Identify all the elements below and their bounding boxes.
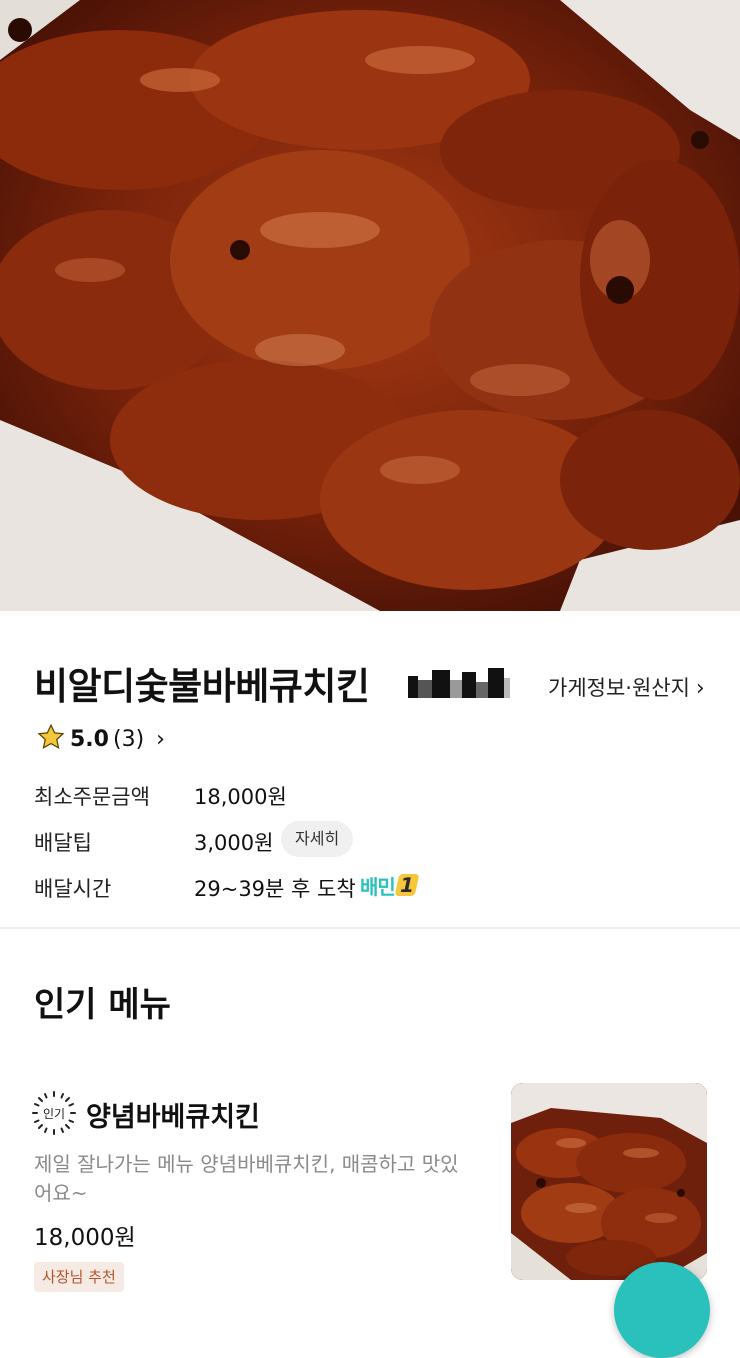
blurred-badge: [408, 666, 510, 700]
delivery-tip-value: 3,000원: [194, 831, 274, 855]
store-name: 비알디숯불바베큐치킨: [34, 665, 370, 708]
popular-badge-text: 인기: [43, 1107, 65, 1121]
min-order-label: 최소주문금액: [34, 785, 150, 809]
baemin-one-text: 배민: [360, 874, 396, 899]
menu-item-price: 18,000원: [34, 1225, 136, 1251]
menu-item-name[interactable]: 양념바베큐치킨: [86, 1095, 260, 1134]
menu-item-image[interactable]: [511, 1083, 707, 1280]
rating-summary[interactable]: 5.0 (3) ›: [36, 722, 165, 756]
popular-menu-title: 인기 메뉴: [34, 985, 171, 1025]
menu-item-description: 제일 잘나가는 메뉴 양념바베큐치킨, 매콤하고 맛있어요~: [34, 1152, 459, 1205]
owner-recommend-tag: 사장님 추천: [34, 1262, 124, 1292]
delivery-time-label: 배달시간: [34, 877, 112, 901]
delivery-time-value: 29~39분 후 도착: [194, 877, 356, 901]
store-info-label: 가게정보·원산지: [548, 676, 690, 700]
min-order-row: 최소주문금액 18,000원: [34, 781, 287, 811]
chevron-right-icon: ›: [156, 726, 165, 752]
delivery-tip-detail-button[interactable]: 자세히: [281, 821, 354, 857]
rating-count: (3): [112, 726, 145, 752]
star-icon: [36, 722, 66, 756]
chevron-right-icon: ›: [695, 676, 705, 701]
popular-badge-icon: 인기: [30, 1089, 78, 1137]
floating-action-button[interactable]: [614, 1262, 710, 1358]
min-order-value: 18,000원: [194, 785, 287, 809]
store-hero-image: [0, 0, 740, 611]
baemin-one-number: 1: [394, 873, 420, 897]
store-info-link[interactable]: 가게정보·원산지 ›: [548, 672, 705, 702]
baemin-one-logo: 배민 1: [360, 871, 420, 899]
section-divider: [0, 927, 740, 929]
delivery-tip-label: 배달팁: [34, 831, 92, 855]
delivery-tip-row: 배달팁 3,000원: [34, 827, 273, 857]
rating-score: 5.0: [70, 726, 109, 752]
delivery-time-row: 배달시간 29~39분 후 도착: [34, 873, 356, 903]
